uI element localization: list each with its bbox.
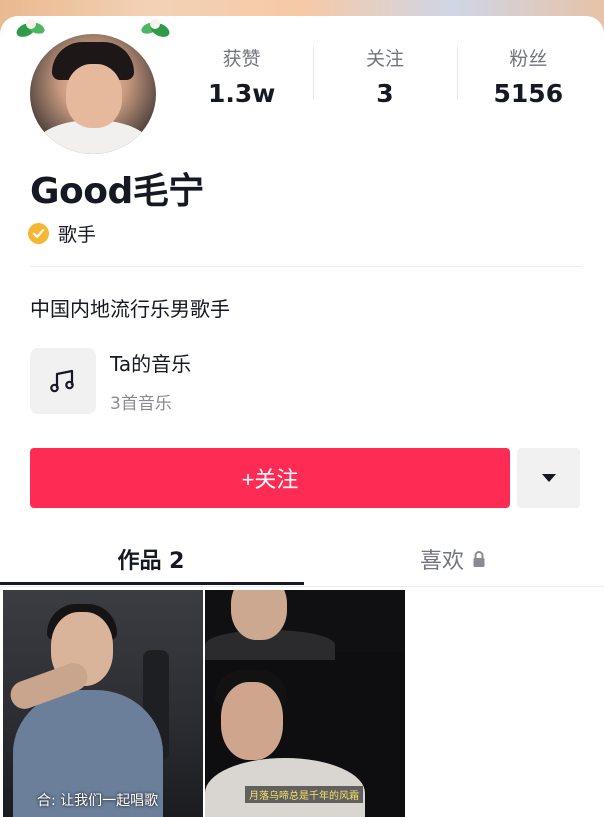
stat-label: 关注: [365, 48, 404, 70]
verified-check-icon: [28, 223, 49, 244]
video-caption: 合: 让我们一起唱歌: [37, 793, 159, 809]
tab-works[interactable]: 作品 2: [0, 530, 302, 588]
profile-bio: 中国内地流行乐男歌手: [30, 297, 230, 321]
tab-likes[interactable]: 喜欢: [302, 530, 604, 588]
avatar[interactable]: [16, 19, 170, 154]
profile-tabs: 作品 2 喜欢: [0, 530, 604, 588]
music-entry[interactable]: Ta的音乐 3首音乐: [30, 348, 191, 414]
stat-followers[interactable]: 粉丝 5156: [456, 38, 600, 108]
verified-label: 歌手: [58, 224, 97, 246]
music-note-icon: [30, 348, 96, 414]
video-thumbnail[interactable]: 合: 让我们一起唱歌: [3, 590, 203, 817]
avatar-image: [30, 34, 156, 154]
video-thumbnail[interactable]: 月落乌啼总是千年的风霜: [205, 590, 405, 817]
lock-icon: [473, 551, 485, 567]
music-title: Ta的音乐: [110, 352, 192, 376]
festive-leaf-icon: [16, 19, 45, 37]
more-options-button[interactable]: [517, 448, 580, 508]
stat-following[interactable]: 关注 3: [313, 38, 456, 108]
stat-label: 获赞: [222, 48, 261, 70]
stat-value: 1.3w: [207, 79, 276, 108]
stat-value: 3: [376, 79, 394, 108]
tab-label: 喜欢: [419, 549, 464, 574]
tab-label: 作品 2: [117, 549, 185, 574]
divider: [30, 266, 582, 267]
active-tab-indicator: [0, 582, 304, 585]
music-count: 3首音乐: [110, 394, 172, 414]
profile-stats: 获赞 1.3w 关注 3 粉丝 5156: [170, 38, 600, 108]
divider: [0, 586, 604, 587]
follow-button[interactable]: +关注: [30, 448, 510, 508]
stat-likes[interactable]: 获赞 1.3w: [170, 38, 313, 108]
username: Good毛宁: [30, 171, 204, 212]
video-caption: 月落乌啼总是千年的风霜: [245, 786, 363, 803]
caret-down-icon: [541, 474, 556, 482]
verified-badge: 歌手: [28, 220, 96, 247]
stat-value: 5156: [493, 79, 564, 108]
festive-leaf-icon: [141, 19, 170, 37]
stat-label: 粉丝: [509, 48, 548, 70]
